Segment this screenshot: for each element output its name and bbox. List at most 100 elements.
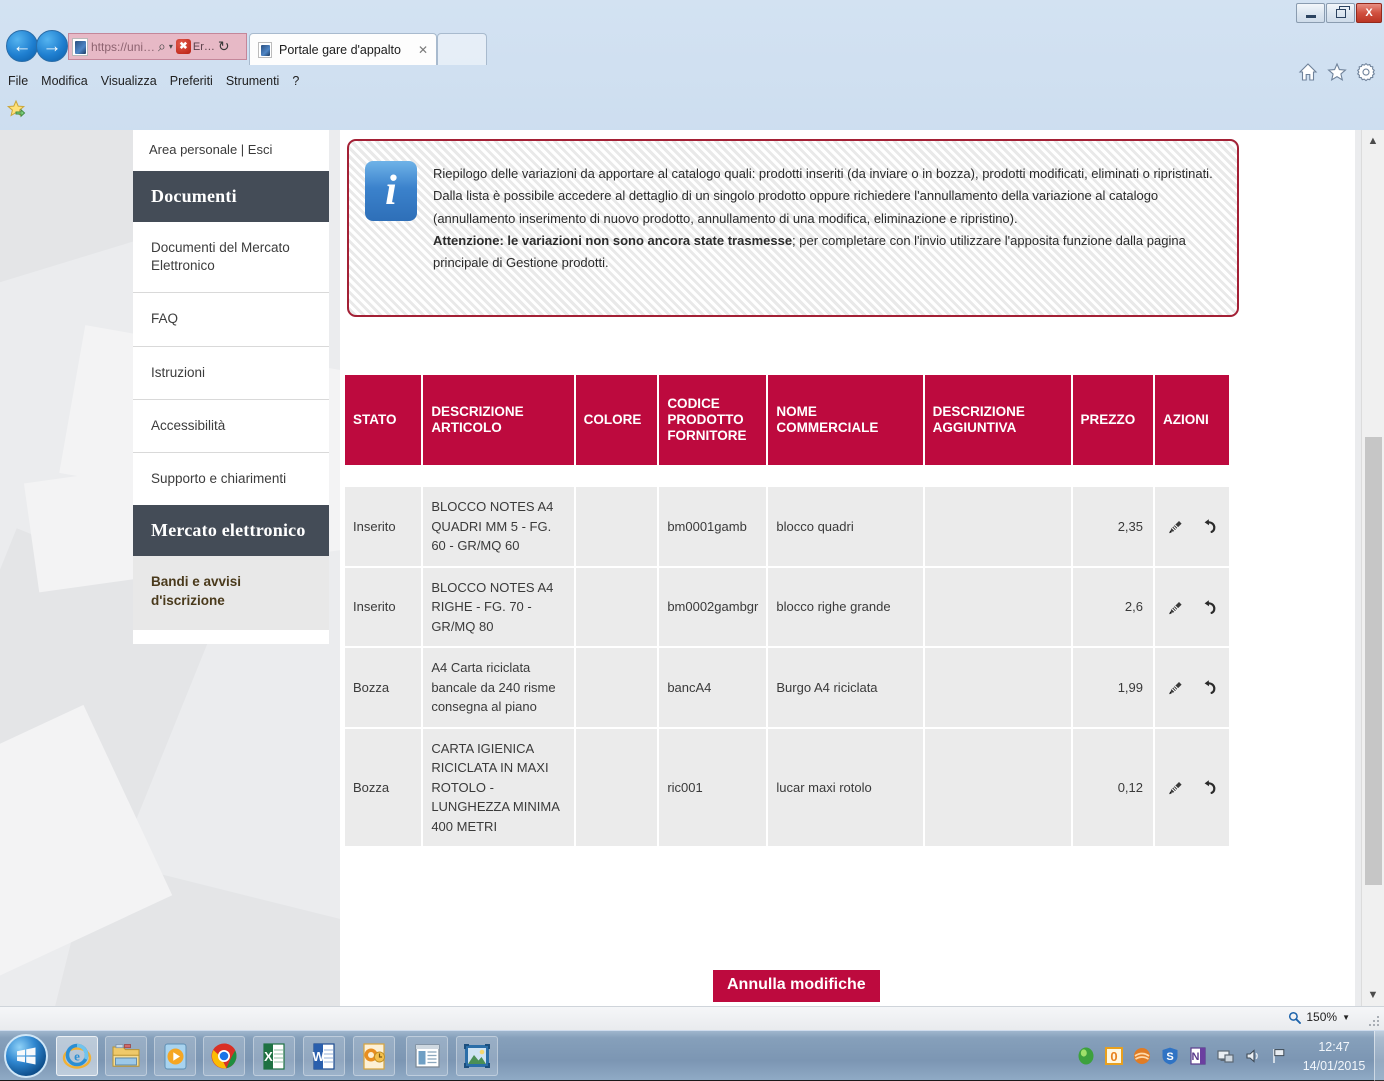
info-panel-text: Riepilogo delle variazioni da apportare … [433,161,1219,305]
menu-item-visualizza[interactable]: Visualizza [101,74,157,88]
sidebar-item-istruzioni[interactable]: Istruzioni [133,347,329,400]
start-button[interactable] [4,1034,48,1078]
table-row[interactable]: Inserito BLOCCO NOTES A4 QUADRI MM 5 - F… [345,487,1229,566]
new-tab-button[interactable] [437,33,487,65]
minimize-button[interactable] [1296,3,1325,23]
cell-descrizione-aggiuntiva [924,648,1071,727]
clock-time: 12:47 [1318,1040,1350,1054]
add-favorite-star-icon[interactable] [6,99,28,121]
table-row[interactable]: Bozza CARTA IGIENICA RICICLATA IN MAXI R… [345,728,1229,846]
menu-item-preferiti[interactable]: Preferiti [170,74,213,88]
tray-onenote-icon[interactable]: N [1188,1046,1208,1066]
column-header-stato: STATO [345,375,422,465]
status-bar: 150% ▼ [0,1006,1384,1030]
taskbar-photo-viewer[interactable] [456,1036,498,1076]
favorites-bar [0,96,1384,126]
address-input[interactable]: https://uni… [91,40,155,54]
undo-icon[interactable] [1199,678,1218,697]
search-icon[interactable]: ⌕ [158,38,166,55]
svg-text:e: e [74,1049,80,1064]
certificate-error-indicator[interactable]: ✖ Er… [175,39,215,54]
chevron-down-icon[interactable]: ▼ [1342,1013,1350,1022]
scroll-down-icon[interactable]: ▼ [1362,984,1384,1006]
pencil-icon[interactable] [1166,778,1185,797]
tray-security-shield-icon[interactable]: S [1160,1046,1180,1066]
taskbar-word[interactable]: W [303,1036,345,1076]
page-scrollbar[interactable]: ▲ ▼ [1361,130,1384,1006]
sidebar: Area personale | Esci Documenti Document… [133,130,329,644]
sidebar-section-mercato-elettronico: Mercato elettronico [133,505,329,557]
sidebar-item-bandi-avvisi-iscrizione[interactable]: Bandi e avvisi d'iscrizione [133,556,329,630]
sidebar-item-faq[interactable]: FAQ [133,293,329,347]
error-label: Er… [192,40,215,53]
pencil-icon[interactable] [1166,598,1185,617]
tray-network-icon[interactable] [1216,1046,1236,1066]
tray-green-icon[interactable] [1076,1046,1096,1066]
menu-item-modifica[interactable]: Modifica [41,74,88,88]
cell-descrizione-articolo: BLOCCO NOTES A4 RIGHE - FG. 70 - GR/MQ 8… [423,567,574,646]
refresh-icon[interactable]: ↻ [218,38,230,55]
tray-volume-icon[interactable] [1244,1047,1262,1065]
menu-item-file[interactable]: File [8,74,28,88]
sidebar-section-documenti: Documenti [133,171,329,222]
taskbar-window-app[interactable] [406,1036,448,1076]
resize-grip-icon[interactable] [1367,1014,1381,1028]
menu-item-strumenti[interactable]: Strumenti [226,74,280,88]
svg-text:S: S [1166,1051,1173,1063]
taskbar-google-chrome[interactable] [203,1036,245,1076]
taskbar-excel[interactable]: X [253,1036,295,1076]
info-warning-rest: ; per completare con l'invio utilizzare … [792,233,1186,249]
cell-prezzo: 0,12 [1072,728,1153,846]
table-row[interactable]: Inserito BLOCCO NOTES A4 RIGHE - FG. 70 … [345,567,1229,646]
chevron-down-icon[interactable]: ▾ [169,42,173,51]
taskbar-internet-explorer[interactable]: e [56,1036,98,1076]
word-icon: W [312,1042,335,1070]
undo-icon[interactable] [1199,778,1218,797]
cell-nome-commerciale: lucar maxi rotolo [768,728,923,846]
tray-orange-disc-icon[interactable] [1132,1046,1152,1066]
forward-button[interactable]: → [36,30,68,62]
tab-close-icon[interactable]: ✕ [418,43,428,57]
annulla-modifiche-button[interactable]: Annulla modifiche [713,970,880,1002]
close-button[interactable]: X [1356,3,1382,23]
tray-zero-icon[interactable]: 0 [1104,1046,1124,1066]
sidebar-item-accessibilita[interactable]: Accessibilità [133,400,329,454]
cell-colore [575,487,658,566]
address-bar[interactable]: https://uni… ⌕ ▾ ✖ Er… ↻ [68,33,247,60]
undo-icon[interactable] [1199,598,1218,617]
cell-stato: Inserito [345,567,422,646]
cell-azioni [1155,567,1229,646]
scrollbar-thumb[interactable] [1365,437,1382,885]
pencil-icon[interactable] [1166,678,1185,697]
browser-tab-active[interactable]: Portale gare d'appalto ✕ [249,33,437,65]
show-desktop-button[interactable] [1374,1031,1384,1081]
clock[interactable]: 12:47 14/01/2015 [1298,1038,1370,1076]
taskbar-media-player[interactable] [154,1036,196,1076]
minimize-icon [1305,14,1316,18]
back-button[interactable]: ← [6,30,38,62]
tab-favicon [258,41,272,58]
table-header: STATO DESCRIZIONE ARTICOLO COLORE CODICE… [345,375,1229,465]
cell-stato: Bozza [345,728,422,846]
zoom-control[interactable]: 150% ▼ [1288,1010,1350,1024]
undo-icon[interactable] [1199,517,1218,536]
account-line[interactable]: Area personale | Esci [133,130,329,171]
svg-text:0: 0 [1110,1049,1117,1064]
taskbar-file-explorer[interactable] [105,1036,147,1076]
taskbar-outlook[interactable] [353,1036,395,1076]
table-row[interactable]: Bozza A4 Carta riciclata bancale da 240 … [345,648,1229,727]
tray-action-flag-icon[interactable] [1270,1047,1288,1065]
pencil-icon[interactable] [1166,517,1185,536]
cell-descrizione-articolo: BLOCCO NOTES A4 QUADRI MM 5 - FG. 60 - G… [423,487,574,566]
column-header-prezzo: PREZZO [1072,375,1153,465]
maximize-button[interactable] [1326,3,1355,23]
scroll-up-icon[interactable]: ▲ [1362,130,1384,152]
cell-descrizione-aggiuntiva [924,728,1071,846]
menu-item-help[interactable]: ? [292,74,299,88]
page-viewport: Area personale | Esci Documenti Document… [0,130,1384,1006]
sidebar-item-documenti-mercato-elettronico[interactable]: Documenti del Mercato Elettronico [133,222,329,294]
sidebar-item-supporto-chiarimenti[interactable]: Supporto e chiarimenti [133,453,329,505]
cell-descrizione-articolo: CARTA IGIENICA RICICLATA IN MAXI ROTOLO … [423,728,574,846]
cell-nome-commerciale: Burgo A4 riciclata [768,648,923,727]
info-panel: i Riepilogo delle variazioni da apportar… [347,139,1239,317]
